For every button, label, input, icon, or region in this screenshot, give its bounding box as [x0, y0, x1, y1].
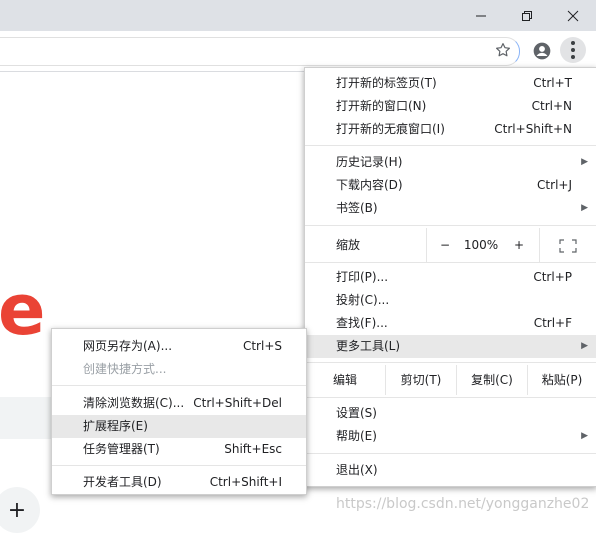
edit-label: 编辑 [332, 373, 357, 387]
menu-item-label: 清除浏览数据(C)... [83, 396, 185, 410]
submenu-arrow-icon: ▶ [581, 431, 588, 441]
menu-item-label: 退出(X) [336, 463, 378, 477]
menu-separator [52, 465, 306, 466]
menu-item-shortcut: Ctrl+J [537, 178, 572, 192]
minimize-button[interactable] [458, 0, 504, 31]
menu-item-label: 历史记录(H) [336, 155, 403, 169]
logo-letter: e [0, 269, 46, 351]
submenu-item-task-manager[interactable]: 任务管理器(T) Shift+Esc [52, 438, 306, 461]
more-vert-icon[interactable] [560, 37, 586, 63]
copy-button[interactable]: 复制(C) [457, 365, 527, 395]
menu-item-shortcut: Ctrl+N [531, 99, 572, 113]
menu-separator [305, 225, 596, 226]
plus-icon: + [7, 497, 27, 523]
menu-item-shortcut: Ctrl+S [242, 339, 282, 353]
menu-separator [305, 397, 596, 398]
paste-button[interactable]: 粘贴(P) [528, 365, 596, 395]
submenu-arrow-icon: ▶ [581, 203, 588, 213]
zoom-value: 100% [463, 238, 499, 252]
menu-item-settings[interactable]: 设置(S) [305, 402, 596, 425]
menu-item-label: 打开新的标签页(T) [336, 76, 437, 90]
zoom-label: 缩放 [336, 238, 361, 252]
submenu-item-save-page[interactable]: 网页另存为(A)... Ctrl+S [52, 335, 306, 358]
menu-item-label: 投射(C)... [336, 293, 390, 307]
watermark: https://blog.csdn.net/yongganzhe02 [336, 496, 590, 512]
menu-item-label: 扩展程序(E) [83, 419, 148, 433]
address-bar[interactable] [0, 37, 520, 66]
menu-item-help[interactable]: 帮助(E) ▶ [305, 425, 596, 448]
zoom-in-label: + [513, 238, 525, 252]
menu-item-new-window[interactable]: 打开新的窗口(N) Ctrl+N [305, 95, 596, 118]
menu-separator [305, 145, 596, 146]
main-menu: 打开新的标签页(T) Ctrl+T 打开新的窗口(N) Ctrl+N 打开新的无… [304, 67, 596, 487]
menu-item-shortcut: Ctrl+P [533, 270, 572, 284]
submenu-arrow-icon: ▶ [581, 157, 588, 167]
menu-item-label: 打开新的窗口(N) [336, 99, 427, 113]
zoom-in-button[interactable]: + [501, 228, 537, 262]
menu-item-shortcut: Ctrl+F [533, 316, 572, 330]
menu-item-shortcut: Ctrl+Shift+N [494, 122, 572, 136]
menu-item-shortcut: Ctrl+Shift+I [209, 475, 282, 489]
add-shortcut-button[interactable]: + [0, 487, 40, 533]
copy-label: 复制(C) [471, 373, 513, 387]
cut-label: 剪切(T) [400, 373, 442, 387]
zoom-out-label: − [439, 238, 451, 252]
menu-item-label: 更多工具(L) [336, 339, 401, 353]
menu-item-cast[interactable]: 投射(C)... [305, 289, 596, 312]
menu-separator [52, 385, 306, 386]
title-bar [0, 0, 596, 31]
close-icon [567, 10, 579, 21]
menu-item-label: 书签(B) [336, 201, 378, 215]
restore-icon [522, 10, 532, 21]
menu-item-label: 帮助(E) [336, 429, 377, 443]
submenu-item-create-shortcut: 创建快捷方式... [52, 358, 306, 381]
menu-item-new-tab[interactable]: 打开新的标签页(T) Ctrl+T [305, 72, 596, 95]
menu-item-label: 创建快捷方式... [83, 362, 167, 376]
submenu-item-dev-tools[interactable]: 开发者工具(D) Ctrl+Shift+I [52, 471, 306, 494]
menu-item-label: 设置(S) [336, 406, 377, 420]
submenu-item-clear-data[interactable]: 清除浏览数据(C)... Ctrl+Shift+Del [52, 392, 306, 415]
menu-item-history[interactable]: 历史记录(H) ▶ [305, 151, 596, 174]
star-icon[interactable] [494, 41, 512, 59]
menu-item-find[interactable]: 查找(F)... Ctrl+F [305, 312, 596, 335]
submenu-item-extensions[interactable]: 扩展程序(E) [52, 415, 306, 438]
zoom-out-button[interactable]: − [427, 228, 463, 262]
fullscreen-button[interactable] [540, 228, 596, 262]
restore-button[interactable] [504, 0, 550, 31]
menu-item-downloads[interactable]: 下载内容(D) Ctrl+J [305, 174, 596, 197]
menu-item-label: 下载内容(D) [336, 178, 403, 192]
menu-item-print[interactable]: 打印(P)... Ctrl+P [305, 266, 596, 289]
zoom-row: 缩放 − 100% + [305, 228, 596, 262]
cut-button[interactable]: 剪切(T) [386, 365, 456, 395]
menu-item-label: 开发者工具(D) [83, 475, 162, 489]
menu-item-shortcut: Shift+Esc [224, 442, 282, 456]
menu-separator [305, 453, 596, 454]
menu-item-label: 打开新的无痕窗口(I) [336, 122, 445, 136]
menu-item-bookmarks[interactable]: 书签(B) ▶ [305, 197, 596, 220]
menu-item-new-incognito[interactable]: 打开新的无痕窗口(I) Ctrl+Shift+N [305, 118, 596, 141]
edit-row: 编辑 剪切(T) 复制(C) 粘贴(P) [305, 365, 596, 395]
fullscreen-icon [559, 238, 577, 253]
more-tools-submenu: 网页另存为(A)... Ctrl+S 创建快捷方式... 清除浏览数据(C)..… [51, 328, 307, 495]
menu-item-label: 网页另存为(A)... [83, 339, 173, 353]
menu-item-shortcut: Ctrl+T [533, 76, 572, 90]
submenu-arrow-icon: ▶ [581, 341, 588, 351]
menu-item-label: 查找(F)... [336, 316, 388, 330]
menu-separator [305, 262, 596, 263]
menu-item-shortcut: Ctrl+Shift+Del [193, 396, 282, 410]
edit-label-cell: 编辑 [305, 365, 385, 395]
account-circle-icon[interactable] [532, 41, 552, 61]
menu-separator [305, 362, 596, 363]
zoom-level: 100% [463, 228, 499, 262]
menu-item-exit[interactable]: 退出(X) [305, 459, 596, 482]
menu-item-more-tools[interactable]: 更多工具(L) ▶ [305, 335, 596, 358]
paste-label: 粘贴(P) [541, 373, 583, 387]
minimize-icon [476, 15, 486, 16]
menu-item-label: 打印(P)... [336, 270, 389, 284]
menu-item-label: 任务管理器(T) [83, 442, 160, 456]
close-button[interactable] [550, 0, 596, 31]
